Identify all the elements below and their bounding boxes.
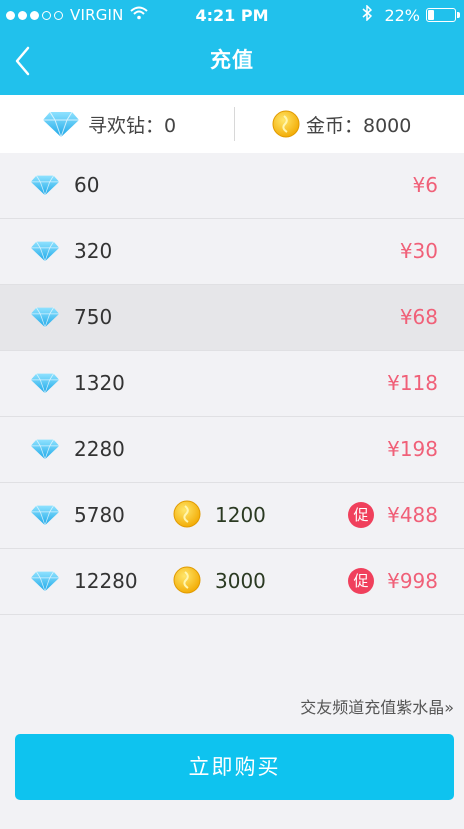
diamond-icon [30,175,60,196]
crystal-recharge-link[interactable]: 交友频道充值紫水晶» [300,694,454,718]
balance-bar: 寻欢钻：0 金币：8000 [0,95,464,154]
package-price: ¥198 [387,437,438,461]
diamond-icon [30,439,60,460]
package-row-5780[interactable]: 5780 1200 促 ¥488 [0,483,464,549]
diamond-balance: 寻欢钻：0 [42,95,176,153]
diamond-icon [30,373,60,394]
status-bar: VIRGIN 4:21 PM 22% [0,0,464,32]
coin-balance-label: 金币：8000 [306,114,412,137]
package-amount: 60 [74,173,100,197]
diamond-icon [30,571,60,592]
package-row-60[interactable]: 60 ¥6 [0,153,464,219]
package-row-12280[interactable]: 12280 3000 促 ¥998 [0,549,464,615]
promo-badge-icon: 促 [348,568,374,594]
package-row-2280[interactable]: 2280 ¥198 [0,417,464,483]
package-row-320[interactable]: 320 ¥30 [0,219,464,285]
package-amount: 750 [74,305,113,329]
buy-now-button[interactable]: 立即购买 [15,734,454,800]
package-price: ¥6 [412,173,438,197]
diamond-icon [30,505,60,526]
bonus-coins: 1200 [215,503,266,527]
status-right: 22% [362,4,460,25]
package-price: ¥68 [399,305,438,329]
diamond-icon [30,241,60,262]
diamond-icon [30,307,60,328]
coin-icon [173,566,201,594]
package-row-750[interactable]: 750 ¥68 [0,285,464,351]
package-row-1320[interactable]: 1320 ¥118 [0,351,464,417]
package-amount: 320 [74,239,113,263]
promo-badge-icon: 促 [348,502,374,528]
battery-icon [426,8,460,22]
coin-icon [272,110,300,138]
package-list: 60 ¥6 320 ¥30 750 ¥68 1320 ¥118 2280 ¥19… [0,153,464,615]
bonus-coins: 3000 [215,569,266,593]
package-amount: 5780 [74,503,125,527]
diamond-balance-label: 寻欢钻：0 [88,114,177,137]
package-price: ¥998 [387,569,438,593]
header-bar: VIRGIN 4:21 PM 22% 充值 [0,0,464,95]
package-amount: 1320 [74,371,125,395]
package-price: ¥118 [387,371,438,395]
coin-icon [173,500,201,528]
package-amount: 12280 [74,569,138,593]
battery-percent: 22% [384,5,420,25]
diamond-icon [43,111,79,138]
coin-balance: 金币：8000 [272,95,411,153]
package-price: ¥30 [399,239,438,263]
bluetooth-icon [362,4,373,25]
divider [234,107,235,141]
page-title: 充值 [210,48,254,72]
package-price: ¥488 [387,503,438,527]
package-amount: 2280 [74,437,125,461]
